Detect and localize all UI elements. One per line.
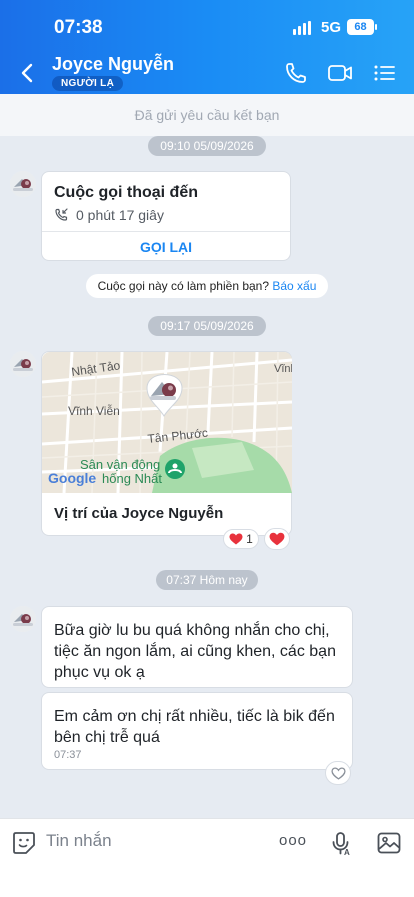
map-place-label: hống Nhất <box>102 471 162 486</box>
location-card[interactable]: Nhật Tảo Vĩnh Viễn Tân Phước Vĩnh Sân vậ… <box>41 351 292 536</box>
timestamp-pill: 09:17 05/09/2026 <box>148 316 266 336</box>
back-arrow-icon[interactable] <box>18 60 38 86</box>
status-time: 07:38 <box>54 17 103 38</box>
message-input[interactable]: Tin nhắn <box>46 831 112 851</box>
react-button[interactable] <box>325 761 351 785</box>
video-call-icon[interactable] <box>327 60 353 86</box>
map-street-label: Vĩnh <box>274 363 292 375</box>
more-options-icon[interactable]: ooo <box>279 832 307 849</box>
timestamp-pill: 07:37 Hôm nay <box>156 570 258 590</box>
message-composer: Tin nhắn ooo A <box>0 818 414 897</box>
network-type: 5G <box>321 19 342 36</box>
reaction-summary[interactable]: 1 <box>223 529 259 549</box>
incoming-call-icon <box>55 208 68 221</box>
avatar-image <box>10 171 36 197</box>
notice-question: Cuộc gọi này có làm phiền bạn? <box>97 279 270 293</box>
timestamp-pill: 09:10 05/09/2026 <box>148 136 266 156</box>
svg-text:A: A <box>344 848 350 856</box>
map-preview[interactable]: Nhật Tảo Vĩnh Viễn Tân Phước Vĩnh Sân vậ… <box>42 352 292 493</box>
react-heart-button[interactable] <box>264 528 290 550</box>
menu-list-icon[interactable] <box>372 60 398 86</box>
report-link[interactable]: Báo xấu <box>272 279 316 293</box>
contact-name[interactable]: Joyce Nguyễn <box>52 54 174 75</box>
voice-input-icon[interactable]: A <box>328 830 354 856</box>
map-street-label: Vĩnh Viễn <box>68 403 120 418</box>
call-duration: 0 phút 17 giây <box>76 207 164 223</box>
signal-icon <box>293 21 311 35</box>
heart-outline-icon <box>330 766 346 780</box>
battery-icon: 68 <box>347 19 377 35</box>
avatar[interactable] <box>10 351 36 377</box>
message-bubble[interactable]: Em cảm ơn chị rất nhiều, tiếc là bik đến… <box>41 692 353 770</box>
message-text: Bữa giờ lu bu quá không nhắn cho chị, ti… <box>54 622 336 681</box>
avatar-image <box>10 351 36 377</box>
message-time: 07:37 <box>54 749 82 761</box>
sticker-icon[interactable] <box>11 830 37 856</box>
avatar[interactable] <box>10 606 36 632</box>
call-card: Cuộc gọi thoại đến 0 phút 17 giây GỌI LẠ… <box>41 171 291 261</box>
image-icon[interactable] <box>376 830 402 856</box>
call-feedback-notice: Cuộc gọi này có làm phiền bạn? Báo xấu <box>86 274 328 298</box>
reaction-count: 1 <box>246 532 253 546</box>
stranger-badge: NGƯỜI LẠ <box>52 76 124 91</box>
heart-icon <box>269 532 285 546</box>
avatar-image <box>10 606 36 632</box>
message-text: Em cảm ơn chị rất nhiều, tiếc là bik đến… <box>54 708 335 746</box>
chat-header: 07:38 5G 68 Joyce Nguyễn NGƯỜI LẠ <box>0 0 414 94</box>
message-bubble[interactable]: Bữa giờ lu bu quá không nhắn cho chị, ti… <box>41 606 353 688</box>
call-back-button[interactable]: GỌI LẠI <box>42 232 290 262</box>
friend-request-status: Đã gửi yêu cầu kết bạn <box>0 94 414 136</box>
phone-call-icon[interactable] <box>283 60 309 86</box>
call-title: Cuộc gọi thoại đến <box>54 184 198 201</box>
google-logo: Google <box>48 470 96 486</box>
location-caption: Vị trí của Joyce Nguyễn <box>54 505 224 522</box>
heart-icon <box>229 533 243 545</box>
avatar[interactable] <box>10 171 36 197</box>
